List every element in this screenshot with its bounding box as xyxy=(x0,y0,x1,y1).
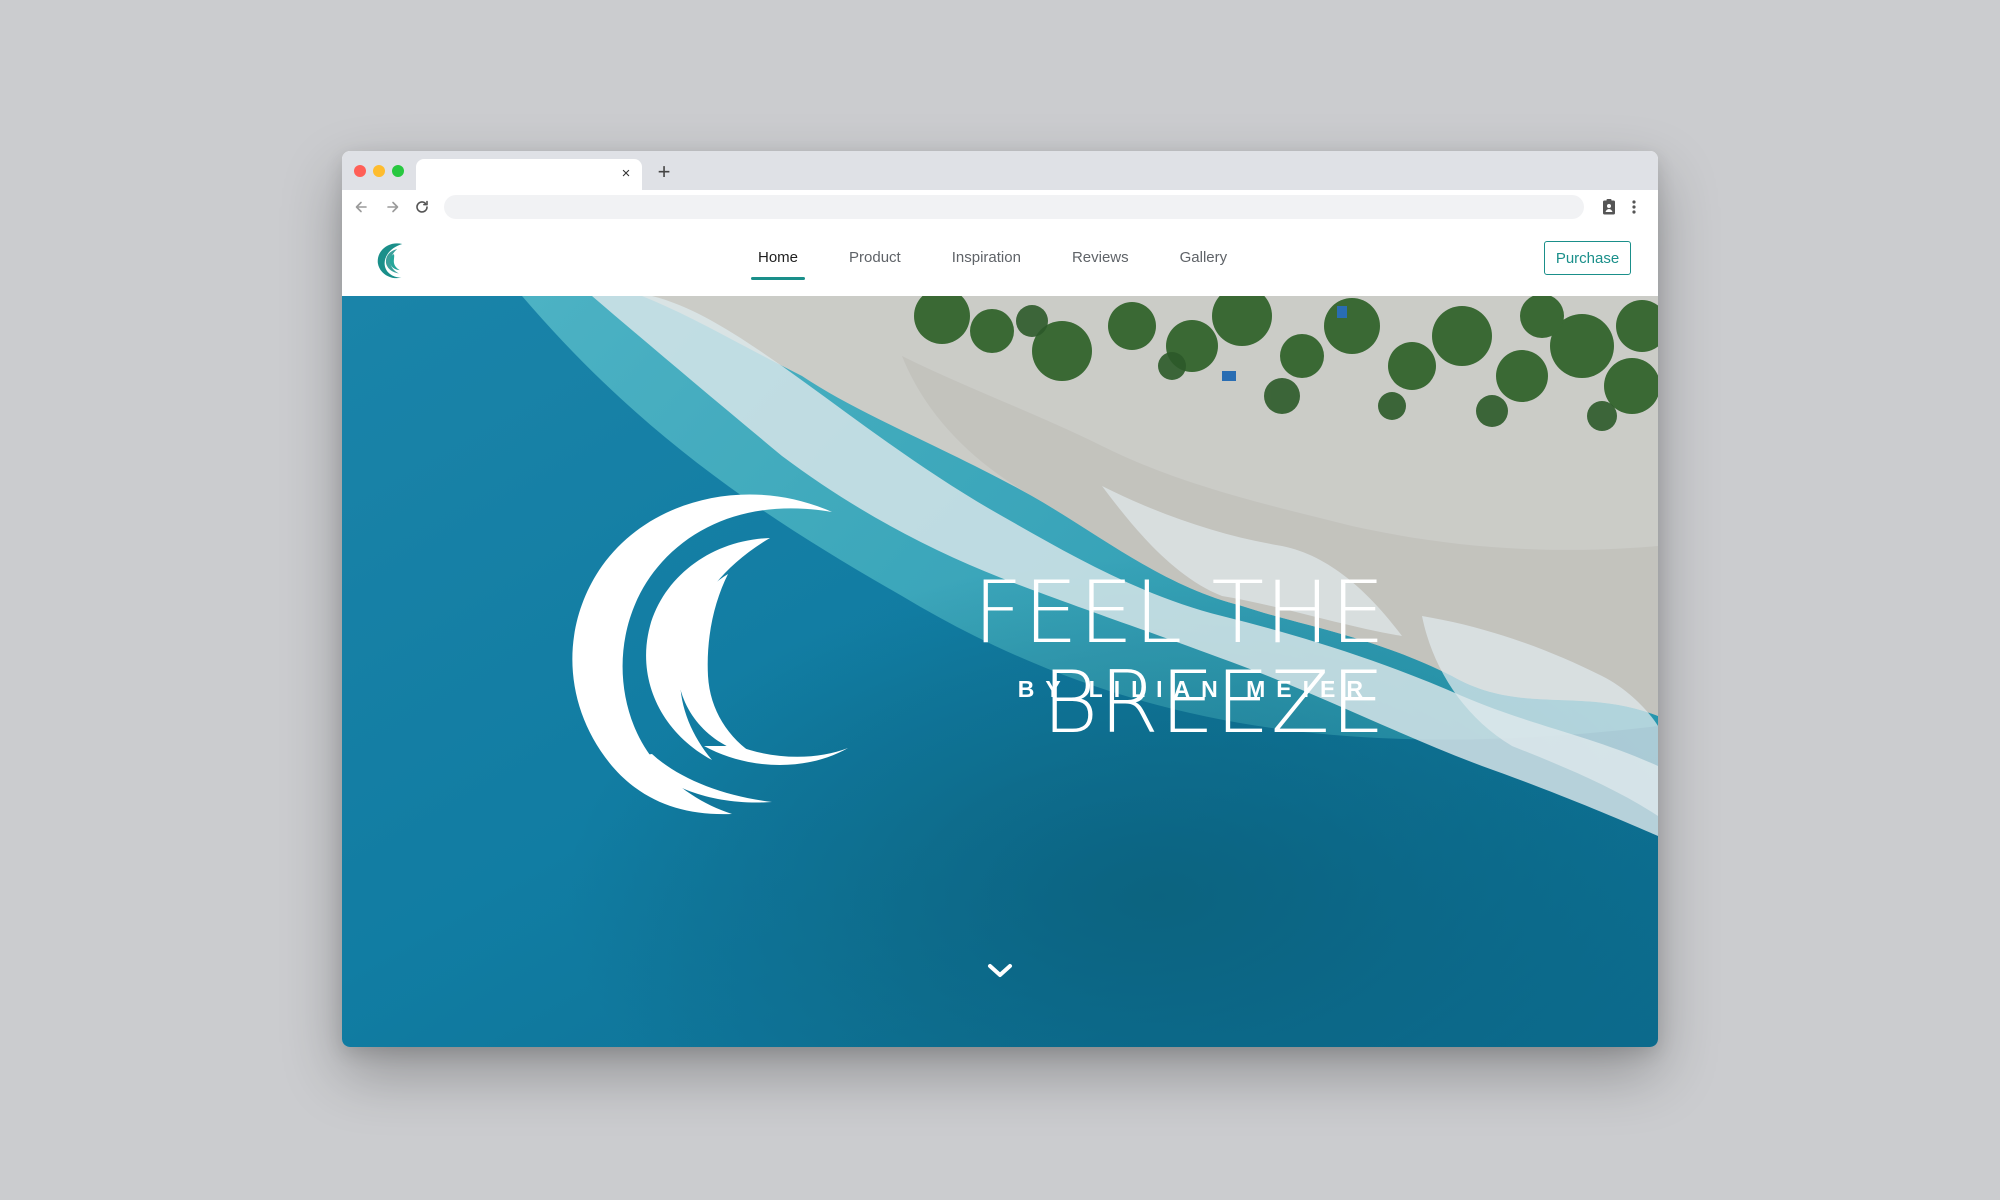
clipboard-profile-icon[interactable] xyxy=(1598,196,1620,218)
new-tab-button[interactable]: + xyxy=(653,161,675,183)
maximize-window-button[interactable] xyxy=(392,165,404,177)
browser-window: × + Home Product Inspiration Reviews Gal… xyxy=(342,151,1658,1047)
reload-icon[interactable] xyxy=(411,196,433,218)
browser-toolbar xyxy=(342,190,1658,225)
hero-title: FEEL THE BREEZE xyxy=(973,563,1386,753)
chevron-down-icon[interactable] xyxy=(982,959,1018,983)
close-window-button[interactable] xyxy=(354,165,366,177)
nav-product[interactable]: Product xyxy=(849,224,901,296)
nav-gallery[interactable]: Gallery xyxy=(1180,224,1228,296)
back-arrow-icon[interactable] xyxy=(351,196,373,218)
primary-nav: Home Product Inspiration Reviews Gallery xyxy=(750,224,1278,296)
minimize-window-button[interactable] xyxy=(373,165,385,177)
nav-reviews[interactable]: Reviews xyxy=(1072,224,1129,296)
hero-subtitle: BY LILIAN MEIER xyxy=(1017,676,1374,702)
close-tab-icon[interactable]: × xyxy=(618,166,634,182)
address-bar[interactable] xyxy=(444,195,1584,219)
tab-strip: × + xyxy=(342,151,1658,190)
wave-logo-icon[interactable] xyxy=(372,239,414,281)
hero-section: FEEL THE BREEZE BY LILIAN MEIER xyxy=(342,296,1658,1047)
site-header: Home Product Inspiration Reviews Gallery… xyxy=(342,224,1658,296)
purchase-button[interactable]: Purchase xyxy=(1544,241,1631,275)
browser-tab[interactable]: × xyxy=(416,159,642,190)
nav-inspiration[interactable]: Inspiration xyxy=(952,224,1021,296)
nav-home[interactable]: Home xyxy=(750,224,806,296)
forward-arrow-icon[interactable] xyxy=(381,196,403,218)
more-vertical-icon[interactable] xyxy=(1627,196,1641,218)
